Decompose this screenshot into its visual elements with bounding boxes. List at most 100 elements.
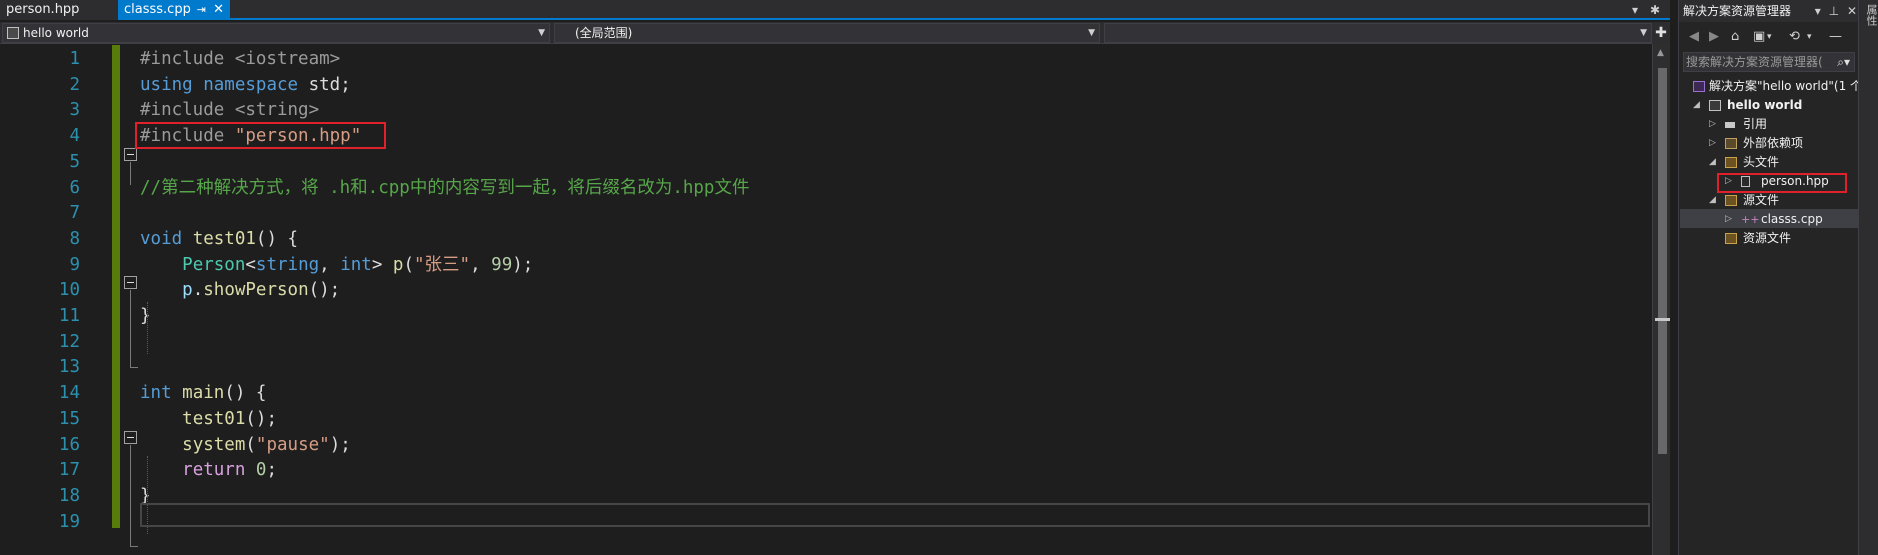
gear-icon[interactable]: ✱ — [1650, 0, 1660, 20]
code-line[interactable]: 15 test01(); — [0, 407, 1650, 433]
navigation-bar: hello world ▼ (全局范围) ▼ ▼ — [0, 22, 1670, 44]
code-token: int — [140, 383, 172, 404]
expanded-arrow-icon[interactable]: ◢ — [1709, 153, 1716, 172]
line-code: return 0; — [140, 458, 277, 484]
close-icon[interactable]: ✕ — [213, 0, 224, 20]
fold-toggle-icon[interactable] — [124, 276, 137, 289]
code-line[interactable]: 5 — [0, 150, 1650, 176]
code-token: ( — [403, 254, 414, 275]
code-line[interactable]: 9 Person<string, int> p("张三", 99); — [0, 253, 1650, 279]
line-code: test01(); — [140, 407, 277, 433]
solution-search-input[interactable]: 搜索解决方案资源管理器( ⌕▾ — [1683, 52, 1855, 72]
tab-classs-cpp[interactable]: classs.cpp ⇥ ✕ — [118, 0, 230, 20]
fold-toggle-icon[interactable] — [124, 148, 137, 161]
cpp-file-icon: ++ — [1741, 213, 1760, 226]
tree-item-references[interactable]: ▷ 引用 — [1679, 115, 1859, 134]
forward-icon[interactable]: ▶ — [1709, 24, 1719, 50]
code-token: void — [140, 228, 183, 249]
expanded-arrow-icon[interactable]: ◢ — [1709, 191, 1716, 210]
scroll-up-icon[interactable]: ▲ — [1657, 48, 1664, 58]
line-code: #include <iostream> — [140, 47, 340, 73]
pin-icon[interactable]: ⊥ — [1829, 4, 1839, 18]
code-token: } — [140, 306, 151, 326]
tree-item-header-files[interactable]: ◢ 头文件 — [1679, 153, 1859, 172]
code-line[interactable]: 16 system("pause"); — [0, 433, 1650, 459]
editor-vertical-scrollbar[interactable]: ▲ — [1652, 44, 1670, 555]
search-placeholder: 搜索解决方案资源管理器( — [1686, 55, 1823, 69]
scrollbar-thumb[interactable] — [1658, 68, 1667, 454]
code-line[interactable]: 8 void test01() { — [0, 227, 1650, 253]
code-token: std; — [298, 74, 351, 95]
chevron-down-icon[interactable]: ▾ — [1807, 24, 1812, 50]
line-number: 1 — [69, 49, 80, 69]
project-combo[interactable]: hello world ▼ — [2, 23, 550, 43]
code-token: p — [182, 280, 193, 301]
collapsed-arrow-icon[interactable]: ▷ — [1709, 115, 1716, 134]
code-line[interactable]: 12 — [0, 330, 1650, 356]
folder-icon — [1725, 157, 1737, 168]
split-window-icon[interactable]: ✚ — [1652, 22, 1670, 44]
code-line[interactable]: 14 int main() { — [0, 381, 1650, 407]
code-token: return — [182, 460, 246, 481]
code-line[interactable]: 13 — [0, 355, 1650, 381]
tree-item-label: 外部依赖项 — [1743, 136, 1804, 150]
member-combo[interactable]: ▼ — [1104, 23, 1652, 43]
properties-side-tab[interactable]: 属性 — [1858, 0, 1878, 555]
code-line[interactable]: 6 //第二种解决方式，将 .h和.cpp中的内容写到一起，将后缀名改为.hpp文… — [0, 176, 1650, 202]
chevron-down-icon: ▼ — [1088, 28, 1095, 38]
expanded-arrow-icon[interactable]: ◢ — [1693, 96, 1700, 115]
code-editor[interactable]: 1 #include <iostream> 2 using namespace std… — [0, 45, 1652, 555]
chevron-down-icon[interactable]: ▾ — [1815, 4, 1821, 18]
close-icon[interactable]: ✕ — [1847, 4, 1857, 18]
code-token: #include <iostream> — [140, 49, 341, 69]
chevron-down-icon[interactable]: ▾ — [1767, 24, 1772, 50]
folder-icon — [1725, 195, 1737, 206]
code-token: using — [140, 74, 193, 95]
tree-item-classs-cpp[interactable]: ▷ ++ classs.cpp — [1679, 210, 1859, 229]
tree-item-project[interactable]: ◢ hello world — [1679, 96, 1859, 115]
fold-toggle-icon[interactable] — [124, 431, 137, 444]
code-line[interactable]: 17 return 0; — [0, 458, 1650, 484]
line-code: int main() { — [140, 381, 266, 407]
tree-item-label: 解决方案"hello world"(1 个 — [1709, 79, 1863, 93]
document-tab-bar: person.hpp classs.cpp ⇥ ✕ ▾ ✱ — [0, 0, 1670, 20]
switch-views-icon[interactable]: ▣ — [1753, 24, 1765, 50]
chevron-down-icon: ▼ — [538, 28, 545, 38]
code-token: test01 — [182, 408, 246, 429]
line-number: 13 — [58, 357, 80, 378]
line-number: 6 — [69, 177, 80, 198]
more-icon[interactable]: — — [1829, 24, 1842, 50]
tree-item-external-deps[interactable]: ▷ 外部依赖项 — [1679, 134, 1859, 153]
code-line[interactable]: 2 using namespace std; — [0, 73, 1650, 99]
tab-person-hpp[interactable]: person.hpp — [0, 0, 118, 20]
tree-item-source-files[interactable]: ◢ 源文件 — [1679, 191, 1859, 210]
line-number: 17 — [58, 460, 80, 481]
code-token: namespace — [203, 74, 299, 95]
line-number: 14 — [58, 383, 80, 404]
code-line[interactable]: 10 p.showPerson(); — [0, 278, 1650, 304]
code-line[interactable]: 7 — [0, 201, 1650, 227]
folder-icon — [1725, 233, 1737, 244]
tab-overflow-controls: ▾ ✱ — [1630, 0, 1670, 20]
scope-combo[interactable]: (全局范围) ▼ — [554, 23, 1100, 43]
highlight-box-include — [135, 122, 386, 149]
search-icon[interactable]: ⌕▾ — [1837, 53, 1850, 71]
history-icon[interactable]: ⟲ — [1789, 24, 1800, 50]
home-icon[interactable]: ⌂ — [1731, 24, 1739, 50]
back-icon[interactable]: ◀ — [1689, 24, 1699, 50]
code-line[interactable]: 1 #include <iostream> — [0, 47, 1650, 73]
collapsed-arrow-icon[interactable]: ▷ — [1725, 210, 1732, 229]
code-line[interactable]: 3 #include <string> — [0, 98, 1650, 124]
pin-icon[interactable]: ⇥ — [197, 0, 206, 20]
collapsed-arrow-icon[interactable]: ▷ — [1709, 134, 1716, 153]
code-line[interactable]: 11} — [0, 304, 1650, 330]
fold-guide — [130, 445, 131, 546]
tree-item-label: hello world — [1727, 98, 1803, 112]
tree-item-solution[interactable]: 解决方案"hello world"(1 个 — [1679, 77, 1863, 96]
code-token: , — [319, 254, 341, 275]
chevron-down-icon[interactable]: ▾ — [1632, 0, 1638, 20]
tree-item-resource-files[interactable]: 资源文件 — [1679, 229, 1859, 248]
